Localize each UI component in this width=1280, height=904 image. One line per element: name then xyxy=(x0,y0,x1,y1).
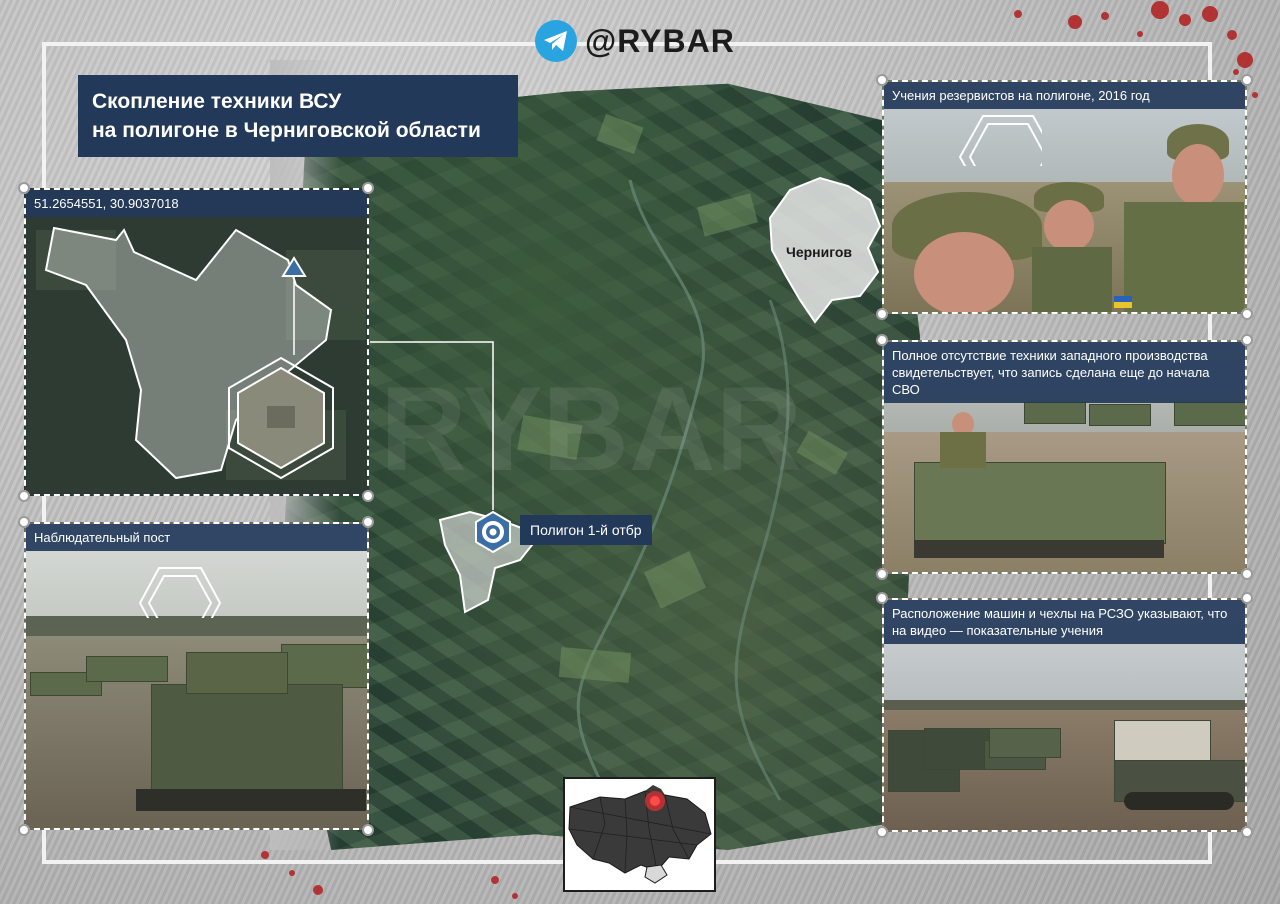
corner-dot xyxy=(876,74,888,86)
mlrs-caption: Расположение машин и чехлы на РСЗО указы… xyxy=(884,600,1245,644)
soldier-body xyxy=(1124,202,1244,312)
satellite-panel[interactable]: 51.2654551, 30.9037018 xyxy=(24,188,369,496)
title-line-2: на полигоне в Черниговской области xyxy=(92,119,481,142)
target-label: Полигон 1-й отбр xyxy=(520,515,652,545)
vehicle xyxy=(1174,402,1245,426)
observation-caption: Наблюдательный пост xyxy=(26,524,367,551)
flag-patch xyxy=(1114,302,1132,308)
city-label-chernigov: Чернигов xyxy=(786,244,853,260)
tracks xyxy=(136,789,366,811)
corner-dot xyxy=(1241,334,1253,346)
vehicle xyxy=(1089,404,1151,426)
mlrs-panel[interactable]: Расположение машин и чехлы на РСЗО указы… xyxy=(882,598,1247,832)
corner-dot xyxy=(1241,826,1253,838)
observation-panel[interactable]: Наблюдательный пост xyxy=(24,522,369,830)
corner-dot xyxy=(18,182,30,194)
no-western-panel[interactable]: Полное отсутствие техники западного прои… xyxy=(882,340,1247,574)
armored-vehicle xyxy=(151,684,343,796)
vehicle xyxy=(86,656,168,682)
vehicle xyxy=(281,644,367,688)
target-marker[interactable] xyxy=(474,510,512,554)
brand-logo[interactable]: @RYBAR xyxy=(535,19,735,63)
target-icon xyxy=(475,510,511,554)
corner-dot xyxy=(18,516,30,528)
soldier-face xyxy=(1172,144,1224,206)
soldier-body xyxy=(940,432,986,468)
telegram-icon xyxy=(535,20,577,62)
soldier-face xyxy=(1044,200,1094,252)
corner-dot xyxy=(876,334,888,346)
vehicle-turret xyxy=(186,652,288,694)
horizon xyxy=(884,700,1245,710)
corner-dot xyxy=(876,308,888,320)
satellite-caption: 51.2654551, 30.9037018 xyxy=(26,190,367,217)
soldier-body xyxy=(1032,247,1112,312)
corner-dot xyxy=(1241,568,1253,580)
svg-text:RYBAR: RYBAR xyxy=(380,362,802,496)
corner-dot xyxy=(1241,308,1253,320)
satellite-image xyxy=(26,190,367,494)
corner-dot xyxy=(18,824,30,836)
locator-map[interactable] xyxy=(563,777,716,892)
reservists-panel[interactable]: Учения резервистов на полигоне, 2016 год xyxy=(882,80,1247,314)
corner-dot xyxy=(362,182,374,194)
hexagon-highlight xyxy=(138,567,222,618)
tree-line xyxy=(26,616,367,638)
reservists-caption: Учения резервистов на полигоне, 2016 год xyxy=(884,82,1245,109)
corner-dot xyxy=(18,490,30,502)
corner-dot xyxy=(1241,74,1253,86)
corner-dot xyxy=(362,824,374,836)
corner-dot xyxy=(362,490,374,502)
soldier-face xyxy=(914,232,1014,312)
vehicle xyxy=(1024,402,1086,424)
corner-dot xyxy=(876,826,888,838)
tracks xyxy=(914,540,1164,558)
corner-dot xyxy=(362,516,374,528)
corner-dot xyxy=(876,568,888,580)
title-line-1: Скопление техники ВСУ xyxy=(92,90,342,113)
brand-handle: @RYBAR xyxy=(585,22,735,59)
page-title: Скопление техники ВСУ на полигоне в Черн… xyxy=(78,75,518,157)
corner-dot xyxy=(1241,592,1253,604)
truck xyxy=(989,728,1061,758)
armored-vehicle xyxy=(914,462,1166,544)
hexagon-highlight xyxy=(958,115,1042,166)
ukraine-locator-map xyxy=(565,779,714,890)
corner-dot xyxy=(876,592,888,604)
wheels xyxy=(1124,792,1234,810)
no-western-caption: Полное отсутствие техники западного прои… xyxy=(884,342,1245,403)
